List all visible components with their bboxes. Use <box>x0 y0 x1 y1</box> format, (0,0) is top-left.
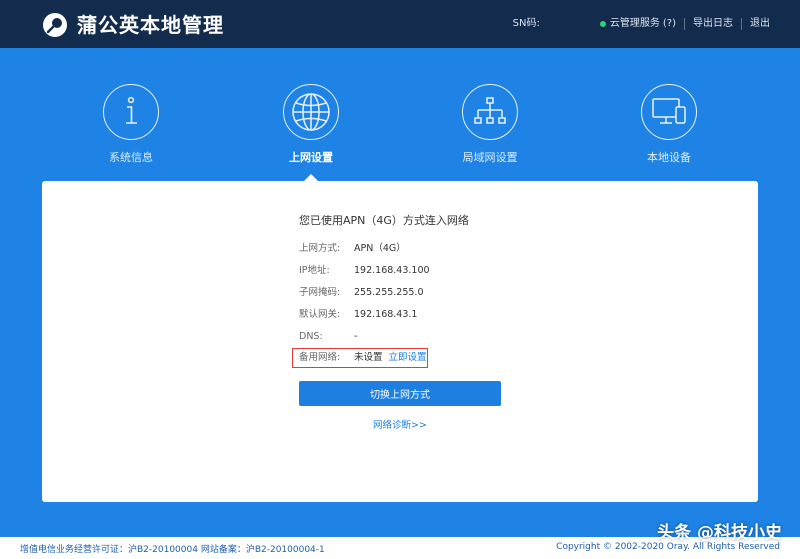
info-value: APN（4G） <box>354 243 406 254</box>
sn-label: SN码: <box>512 18 540 29</box>
nav-icon-circle <box>462 84 518 140</box>
connection-status-title: 您已使用APN（4G）方式连入网络 <box>299 214 469 227</box>
cloud-help-link[interactable]: (?) <box>663 16 676 32</box>
dandelion-logo-icon <box>43 13 67 37</box>
info-row-connection-type: 上网方式: APN（4G） <box>299 242 406 256</box>
cloud-status-dot-icon <box>599 21 606 27</box>
info-row-ip-address: IP地址: 192.168.43.100 <box>299 264 430 278</box>
license-text: 增值电信业务经营许可证：沪B2-20100004 网站备案：沪B2-201000… <box>20 545 325 555</box>
info-key: IP地址: <box>299 265 330 276</box>
header-divider <box>741 18 742 30</box>
logout-link[interactable]: 退出 <box>750 16 770 32</box>
nav-item-internet-settings[interactable]: 上网设置 <box>246 84 376 165</box>
info-icon <box>126 96 137 124</box>
internet-settings-panel: 您已使用APN（4G）方式连入网络 上网方式: APN（4G） IP地址: 19… <box>42 181 758 502</box>
nav-icon-circle <box>641 84 697 140</box>
info-row-default-gateway: 默认网关: 192.168.43.1 <box>299 308 417 322</box>
info-value: 192.168.43.100 <box>354 265 430 276</box>
nav-icon-circle <box>103 84 159 140</box>
info-key: 备用网络: <box>299 352 341 363</box>
nav-item-system-info[interactable]: 系统信息 <box>66 84 196 165</box>
info-value: 未设置 <box>354 352 383 363</box>
active-tab-pointer <box>304 174 318 181</box>
nav-label: 系统信息 <box>109 151 153 164</box>
info-key: 上网方式: <box>299 243 341 254</box>
info-value: 255.255.255.0 <box>354 287 424 298</box>
info-value: - <box>354 331 358 342</box>
export-log-link[interactable]: 导出日志 <box>693 16 733 32</box>
info-row-subnet-mask: 子网掩码: 255.255.255.0 <box>299 286 424 300</box>
switch-connection-button[interactable]: 切换上网方式 <box>299 381 501 406</box>
globe-icon <box>292 93 330 131</box>
brand-title: 蒲公英本地管理 <box>77 13 224 37</box>
top-header: 蒲公英本地管理 SN码: 云管理服务 (?) 导出日志 退出 <box>0 0 800 48</box>
copyright-text: Copyright © 2002-2020 Oray. All Rights R… <box>556 542 780 552</box>
nav-item-lan-settings[interactable]: 局域网设置 <box>425 84 555 165</box>
info-key: 子网掩码: <box>299 287 341 298</box>
nav-label: 局域网设置 <box>462 151 518 164</box>
header-divider <box>684 18 685 30</box>
network-tree-icon <box>474 97 506 124</box>
nav-icon-circle <box>283 84 339 140</box>
watermark-text: 头条 @科技小史 <box>657 523 782 543</box>
info-row-backup-network: 备用网络: 未设置 立即设置 <box>299 351 427 365</box>
header-actions: SN码: 云管理服务 (?) 导出日志 退出 <box>513 16 770 32</box>
network-diagnose-link[interactable]: 网络诊断>> <box>299 417 501 431</box>
nav-label: 上网设置 <box>289 151 333 164</box>
info-row-dns: DNS: - <box>299 330 357 344</box>
nav-item-local-devices[interactable]: 本地设备 <box>604 84 734 165</box>
setup-now-link[interactable]: 立即设置 <box>389 351 427 365</box>
info-value: 192.168.43.1 <box>354 309 418 320</box>
devices-icon <box>652 98 686 124</box>
nav-label: 本地设备 <box>647 151 691 164</box>
info-key: DNS: <box>299 331 323 342</box>
cloud-service-link[interactable]: 云管理服务 <box>610 16 660 32</box>
info-key: 默认网关: <box>299 309 341 320</box>
